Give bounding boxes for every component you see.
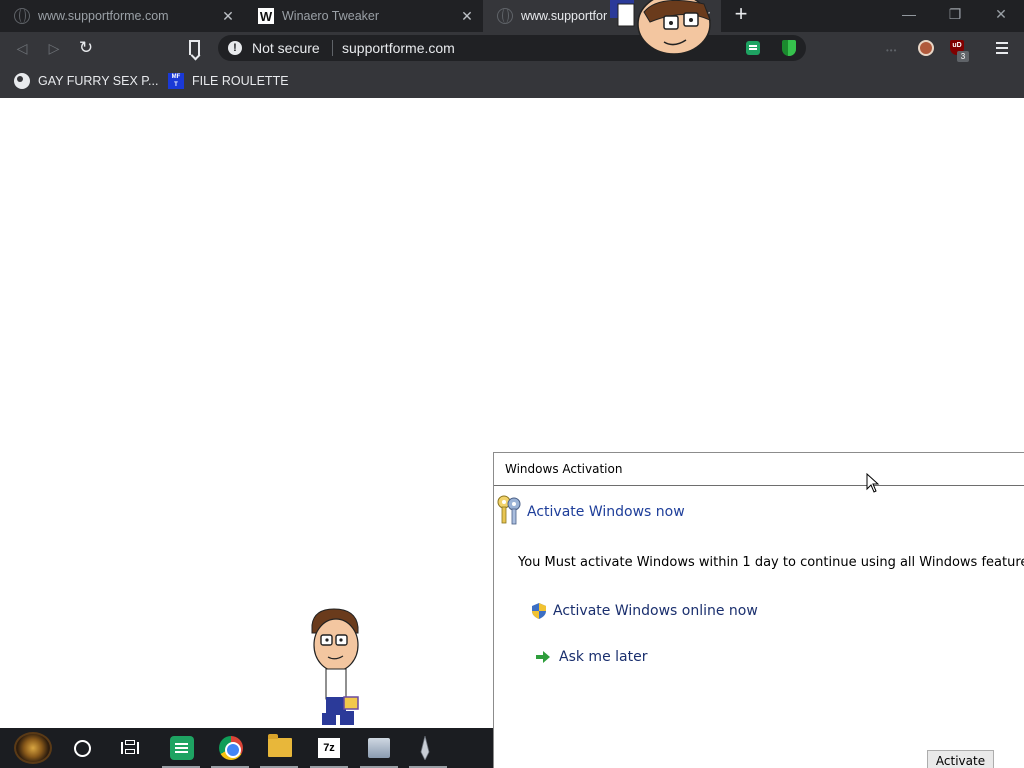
option-label: Activate Windows online now xyxy=(553,603,758,619)
mouse-cursor-icon xyxy=(866,473,880,493)
bookmarks-bar: GAY FURRY SEX P... MF T FILE ROULETTE xyxy=(0,64,1024,98)
more-extensions-icon[interactable]: ••• xyxy=(886,46,897,55)
winaero-logo-icon: W xyxy=(258,8,274,24)
minimize-button[interactable]: — xyxy=(899,6,919,22)
back-button[interactable]: ◁ xyxy=(12,38,32,58)
browser-toolbar: ◁ ▷ ↻ ! Not secure supportforme.com ••• … xyxy=(0,32,1024,64)
tab-strip: www.supportforme.com ✕ W Winaero Tweaker… xyxy=(0,0,1024,32)
address-bar[interactable]: ! Not secure supportforme.com xyxy=(218,35,806,61)
windows-activation-dialog: Windows Activation Activate Windows now … xyxy=(493,452,1024,768)
reload-button[interactable]: ↻ xyxy=(76,38,96,58)
notes-app-icon[interactable] xyxy=(170,736,194,760)
dialog-titlebar[interactable]: Windows Activation xyxy=(494,453,1024,486)
profile-avatar[interactable] xyxy=(918,40,934,56)
notes-extension-icon[interactable] xyxy=(746,41,760,55)
dialog-title: Windows Activation xyxy=(505,462,623,476)
uac-shield-icon xyxy=(532,603,546,619)
cartoon-character-bottom xyxy=(311,608,359,725)
bookmark-label: GAY FURRY SEX P... xyxy=(38,74,159,88)
tab-title: Winaero Tweaker xyxy=(282,9,380,23)
globe-icon xyxy=(14,8,30,24)
mft-icon: MF T xyxy=(168,73,184,89)
keys-icon xyxy=(497,495,521,525)
shield-extension-icon[interactable] xyxy=(782,40,796,56)
globe-icon xyxy=(14,73,30,89)
tab-winaero-tweaker[interactable]: W Winaero Tweaker ✕ xyxy=(244,0,482,32)
ask-me-later-link[interactable]: Ask me later xyxy=(536,649,647,665)
pen-app-icon[interactable] xyxy=(418,736,432,760)
bookmark-item-1[interactable]: GAY FURRY SEX P... xyxy=(14,72,158,90)
restore-button[interactable]: ❐ xyxy=(945,6,965,23)
close-window-button[interactable]: ✕ xyxy=(991,6,1011,23)
url-text[interactable]: supportforme.com xyxy=(342,40,455,56)
divider xyxy=(332,40,333,56)
7zip-icon[interactable]: 7z xyxy=(318,738,340,758)
tab-close-icon[interactable]: ✕ xyxy=(458,8,476,25)
cortana-icon[interactable] xyxy=(74,740,91,757)
new-tab-button[interactable]: + xyxy=(731,3,751,26)
bookmark-icon[interactable] xyxy=(189,40,200,55)
cartoon-character-top xyxy=(610,0,711,55)
not-secure-icon[interactable]: ! xyxy=(228,41,242,55)
taskbar: 7z xyxy=(0,728,493,768)
tab-close-icon[interactable]: ✕ xyxy=(219,8,237,25)
dialog-heading: Activate Windows now xyxy=(527,504,685,520)
green-arrow-icon xyxy=(536,651,550,663)
start-button[interactable] xyxy=(14,732,52,764)
file-explorer-icon[interactable] xyxy=(268,734,292,757)
activate-button[interactable]: Activate xyxy=(927,750,994,768)
task-view-icon[interactable] xyxy=(121,740,139,756)
dialog-message: You Must activate Windows within 1 day t… xyxy=(518,555,1024,570)
bookmark-item-2[interactable]: MF T FILE ROULETTE xyxy=(168,72,289,90)
browser-menu-icon[interactable] xyxy=(996,42,1008,54)
tab-title: www.supportforme.com xyxy=(38,9,169,23)
activate-online-link[interactable]: Activate Windows online now xyxy=(532,603,758,619)
tab-supportforme-1[interactable]: www.supportforme.com ✕ xyxy=(0,0,243,32)
forward-button[interactable]: ▷ xyxy=(44,38,64,58)
bookmark-label: FILE ROULETTE xyxy=(192,74,289,88)
security-label[interactable]: Not secure xyxy=(252,40,320,56)
screen: www.supportforme.com ✕ W Winaero Tweaker… xyxy=(0,0,1024,768)
ublock-count-badge: 3 xyxy=(957,51,969,62)
tool-app-icon[interactable] xyxy=(368,738,390,758)
option-label: Ask me later xyxy=(559,649,648,665)
chrome-icon[interactable] xyxy=(219,736,243,760)
globe-icon xyxy=(497,8,513,24)
